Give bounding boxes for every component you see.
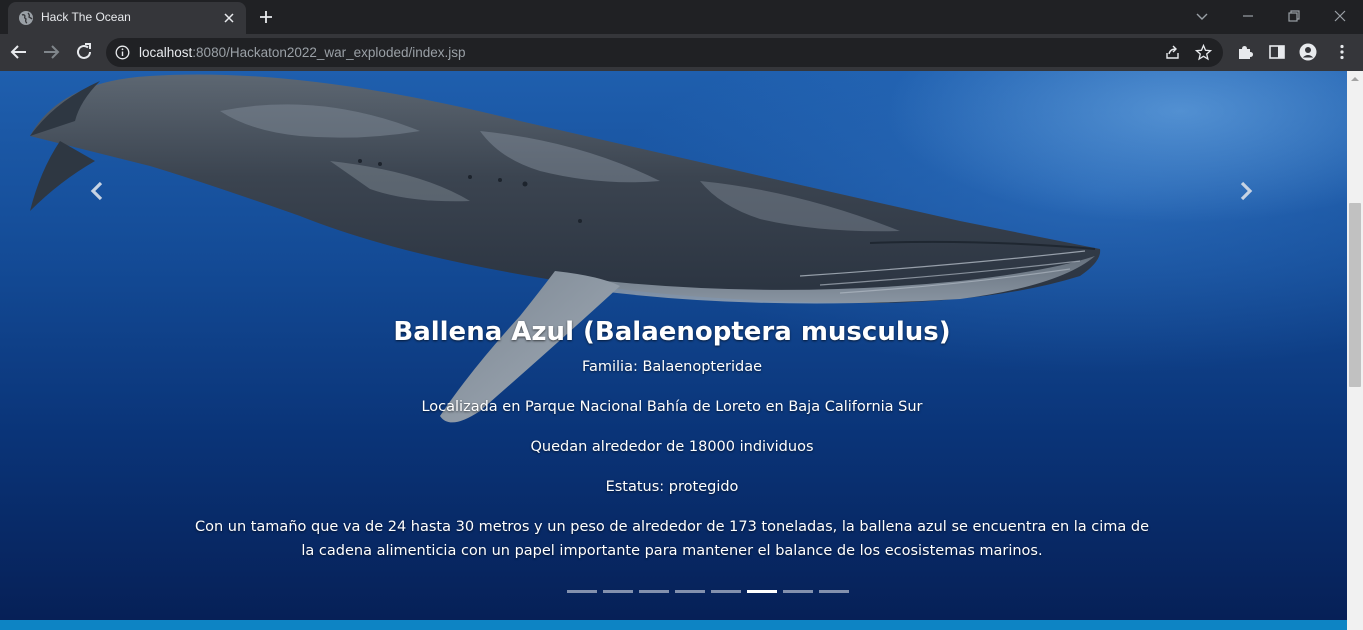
carousel-next-chevron-icon[interactable] bbox=[1230, 176, 1260, 206]
site-info-icon[interactable] bbox=[115, 45, 130, 60]
bookmark-star-icon[interactable] bbox=[1195, 44, 1212, 61]
carousel-indicator[interactable] bbox=[603, 590, 633, 593]
carousel-indicators bbox=[567, 590, 849, 594]
species-location: Localizada en Parque Nacional Bahía de L… bbox=[421, 399, 923, 415]
scroll-up-arrow-icon[interactable] bbox=[1351, 75, 1359, 83]
carousel-indicator[interactable] bbox=[711, 590, 741, 593]
carousel-indicator[interactable] bbox=[567, 590, 597, 593]
tab-search-icon[interactable] bbox=[1192, 6, 1212, 26]
menu-dots-icon[interactable] bbox=[1333, 43, 1351, 61]
footer-accent-bar bbox=[0, 620, 1347, 630]
species-status: Estatus: protegido bbox=[605, 479, 739, 495]
browser-tab[interactable]: Hack The Ocean bbox=[8, 2, 246, 34]
species-title: Ballena Azul (Balaenoptera musculus) bbox=[393, 317, 951, 347]
restore-icon[interactable] bbox=[1284, 6, 1304, 26]
globe-icon bbox=[19, 11, 33, 25]
carousel-indicator[interactable] bbox=[747, 590, 777, 593]
close-window-icon[interactable] bbox=[1330, 6, 1350, 26]
forward-arrow-icon[interactable] bbox=[40, 41, 62, 63]
carousel-indicator[interactable] bbox=[675, 590, 705, 593]
url-text: localhost:8080/Hackaton2022_war_exploded… bbox=[139, 45, 466, 60]
share-icon[interactable] bbox=[1164, 44, 1181, 61]
extensions-icon[interactable] bbox=[1236, 43, 1254, 61]
reload-icon[interactable] bbox=[73, 41, 95, 63]
tab-strip: Hack The Ocean bbox=[0, 0, 1363, 34]
carousel-indicator[interactable] bbox=[639, 590, 669, 593]
scroll-thumb[interactable] bbox=[1349, 203, 1361, 387]
species-carousel: Ballena Azul (Balaenoptera musculus) Fam… bbox=[0, 71, 1347, 630]
page-viewport: Ballena Azul (Balaenoptera musculus) Fam… bbox=[0, 71, 1363, 630]
browser-toolbar: localhost:8080/Hackaton2022_war_exploded… bbox=[0, 34, 1363, 71]
species-description: Con un tamaño que va de 24 hasta 30 metr… bbox=[194, 519, 1150, 559]
back-arrow-icon[interactable] bbox=[8, 41, 30, 63]
tab-title: Hack The Ocean bbox=[41, 10, 131, 24]
address-bar[interactable]: localhost:8080/Hackaton2022_war_exploded… bbox=[106, 38, 1223, 67]
minimize-icon[interactable] bbox=[1238, 6, 1258, 26]
url-host: localhost bbox=[139, 45, 193, 60]
carousel-indicator[interactable] bbox=[783, 590, 813, 593]
page-scrollbar[interactable] bbox=[1347, 71, 1363, 630]
species-population: Quedan alrededor de 18000 individuos bbox=[530, 439, 814, 455]
carousel-prev-chevron-icon[interactable] bbox=[83, 176, 113, 206]
side-panel-icon[interactable] bbox=[1268, 43, 1286, 61]
close-tab-icon[interactable] bbox=[221, 10, 237, 26]
new-tab-icon[interactable] bbox=[255, 6, 277, 28]
profile-avatar-icon[interactable] bbox=[1299, 43, 1317, 61]
url-path: :8080/Hackaton2022_war_exploded/index.js… bbox=[192, 45, 466, 60]
species-family: Familia: Balaenopteridae bbox=[581, 359, 763, 375]
slide-caption: Ballena Azul (Balaenoptera musculus) Fam… bbox=[150, 315, 1194, 563]
carousel-indicator[interactable] bbox=[819, 590, 849, 593]
